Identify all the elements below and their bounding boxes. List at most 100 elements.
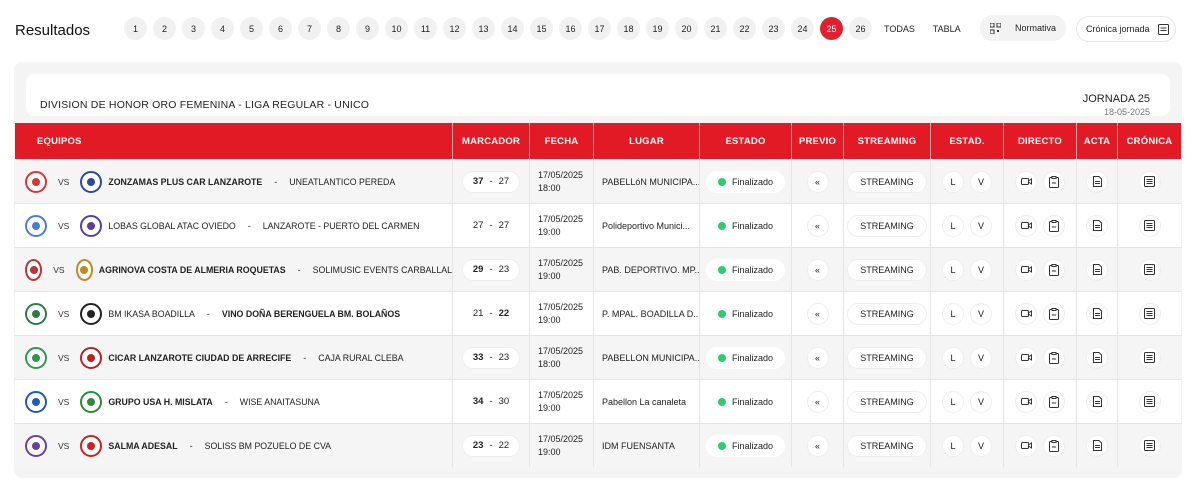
away-team-name[interactable]: VINO DOÑA BERENGUELA BM. BOLAÑOS xyxy=(222,309,400,319)
page-12-button[interactable]: 12 xyxy=(443,17,466,40)
tabla-button[interactable]: TABLA xyxy=(927,17,967,40)
page-4-button[interactable]: 4 xyxy=(211,17,234,40)
page-7-button[interactable]: 7 xyxy=(298,17,321,40)
video-icon[interactable] xyxy=(1015,390,1037,413)
video-icon[interactable] xyxy=(1015,170,1037,193)
home-team-name[interactable]: BM IKASA BOADILLA xyxy=(108,309,195,319)
normativa-button[interactable]: Normativa xyxy=(980,15,1066,41)
page-13-button[interactable]: 13 xyxy=(472,17,495,40)
home-team-name[interactable]: ZONZAMAS PLUS CAR LANZAROTE xyxy=(108,177,262,187)
table-row[interactable]: VS LOBAS GLOBAL ATAC OVIEDO - LANZAROTE … xyxy=(15,203,1181,247)
cronica-news-icon[interactable] xyxy=(1138,214,1161,237)
page-21-button[interactable]: 21 xyxy=(704,17,727,40)
page-16-button[interactable]: 16 xyxy=(559,17,582,40)
acta-document-icon[interactable] xyxy=(1086,390,1108,413)
page-2-button[interactable]: 2 xyxy=(153,17,176,40)
cronica-news-icon[interactable] xyxy=(1138,302,1161,325)
stats-home-button[interactable]: L xyxy=(942,170,964,193)
streaming-button[interactable]: STREAMING xyxy=(847,346,927,369)
page-9-button[interactable]: 9 xyxy=(356,17,379,40)
acta-document-icon[interactable] xyxy=(1086,258,1108,281)
stats-away-button[interactable]: V xyxy=(970,390,992,413)
previo-button[interactable]: « xyxy=(806,346,829,369)
home-team-name[interactable]: GRUPO USA H. MISLATA xyxy=(108,397,212,407)
page-6-button[interactable]: 6 xyxy=(269,17,292,40)
previo-button[interactable]: « xyxy=(806,302,829,325)
stats-away-button[interactable]: V xyxy=(970,302,992,325)
stats-away-button[interactable]: V xyxy=(970,170,992,193)
stats-away-button[interactable]: V xyxy=(970,214,992,237)
page-26-button[interactable]: 26 xyxy=(849,17,872,40)
stats-home-button[interactable]: L xyxy=(942,258,964,281)
page-5-button[interactable]: 5 xyxy=(240,17,263,40)
away-team-name[interactable]: WISE ANAITASUNA xyxy=(240,397,320,407)
cronica-jornada-button[interactable]: Crónica jornada xyxy=(1076,16,1176,42)
table-row[interactable]: VS GRUPO USA H. MISLATA - WISE ANAITASUN… xyxy=(15,379,1181,423)
away-team-name[interactable]: UNEATLANTICO PEREDA xyxy=(289,177,395,187)
page-17-button[interactable]: 17 xyxy=(588,17,611,40)
stats-away-button[interactable]: V xyxy=(970,258,992,281)
table-row[interactable]: VS SALMA ADESAL - SOLISS BM POZUELO DE C… xyxy=(15,423,1181,467)
stats-away-button[interactable]: V xyxy=(970,346,992,369)
cronica-news-icon[interactable] xyxy=(1138,346,1161,369)
stats-home-button[interactable]: L xyxy=(942,346,964,369)
todas-button[interactable]: TODAS xyxy=(878,17,921,40)
page-18-button[interactable]: 18 xyxy=(617,17,640,40)
table-row[interactable]: VS BM IKASA BOADILLA - VINO DOÑA BERENGU… xyxy=(15,291,1181,335)
page-3-button[interactable]: 3 xyxy=(182,17,205,40)
previo-button[interactable]: « xyxy=(806,258,829,281)
home-team-name[interactable]: LOBAS GLOBAL ATAC OVIEDO xyxy=(108,221,235,231)
cronica-news-icon[interactable] xyxy=(1138,390,1161,413)
live-clipboard-icon[interactable] xyxy=(1043,214,1065,237)
previo-button[interactable]: « xyxy=(806,390,829,413)
page-15-button[interactable]: 15 xyxy=(530,17,553,40)
page-8-button[interactable]: 8 xyxy=(327,17,350,40)
previo-button[interactable]: « xyxy=(806,214,829,237)
table-row[interactable]: VS AGRINOVA COSTA DE ALMERIA ROQUETAS - … xyxy=(15,247,1181,291)
page-20-button[interactable]: 20 xyxy=(675,17,698,40)
page-23-button[interactable]: 23 xyxy=(762,17,785,40)
away-team-name[interactable]: SOLISS BM POZUELO DE CVA xyxy=(205,441,331,451)
stats-home-button[interactable]: L xyxy=(942,390,964,413)
acta-document-icon[interactable] xyxy=(1086,434,1108,457)
page-25-button[interactable]: 25 xyxy=(820,17,843,40)
stats-home-button[interactable]: L xyxy=(942,434,964,457)
cronica-news-icon[interactable] xyxy=(1138,258,1161,281)
acta-document-icon[interactable] xyxy=(1086,214,1108,237)
streaming-button[interactable]: STREAMING xyxy=(847,390,927,413)
stats-home-button[interactable]: L xyxy=(942,302,964,325)
video-icon[interactable] xyxy=(1015,214,1037,237)
page-11-button[interactable]: 11 xyxy=(414,17,437,40)
live-clipboard-icon[interactable] xyxy=(1043,346,1065,369)
page-10-button[interactable]: 10 xyxy=(385,17,408,40)
page-19-button[interactable]: 19 xyxy=(646,17,669,40)
live-clipboard-icon[interactable] xyxy=(1043,258,1065,281)
cronica-news-icon[interactable] xyxy=(1138,170,1161,193)
video-icon[interactable] xyxy=(1015,346,1037,369)
stats-away-button[interactable]: V xyxy=(970,434,992,457)
previo-button[interactable]: « xyxy=(806,170,829,193)
live-clipboard-icon[interactable] xyxy=(1043,302,1065,325)
streaming-button[interactable]: STREAMING xyxy=(847,170,927,193)
away-team-name[interactable]: LANZAROTE - PUERTO DEL CARMEN xyxy=(263,221,420,231)
acta-document-icon[interactable] xyxy=(1086,302,1108,325)
page-24-button[interactable]: 24 xyxy=(791,17,814,40)
home-team-name[interactable]: SALMA ADESAL xyxy=(108,441,177,451)
home-team-name[interactable]: AGRINOVA COSTA DE ALMERIA ROQUETAS xyxy=(99,265,286,275)
home-team-name[interactable]: CICAR LANZAROTE CIUDAD DE ARRECIFE xyxy=(108,353,291,363)
previo-button[interactable]: « xyxy=(806,434,829,457)
stats-home-button[interactable]: L xyxy=(942,214,964,237)
away-team-name[interactable]: CAJA RURAL CLEBA xyxy=(318,353,403,363)
page-22-button[interactable]: 22 xyxy=(733,17,756,40)
live-clipboard-icon[interactable] xyxy=(1043,390,1065,413)
video-icon[interactable] xyxy=(1015,302,1037,325)
cronica-news-icon[interactable] xyxy=(1138,434,1161,457)
page-14-button[interactable]: 14 xyxy=(501,17,524,40)
table-row[interactable]: VS CICAR LANZAROTE CIUDAD DE ARRECIFE - … xyxy=(15,335,1181,379)
streaming-button[interactable]: STREAMING xyxy=(847,258,927,281)
page-1-button[interactable]: 1 xyxy=(124,17,147,40)
video-icon[interactable] xyxy=(1015,434,1037,457)
streaming-button[interactable]: STREAMING xyxy=(847,302,927,325)
acta-document-icon[interactable] xyxy=(1086,346,1108,369)
acta-document-icon[interactable] xyxy=(1086,170,1108,193)
